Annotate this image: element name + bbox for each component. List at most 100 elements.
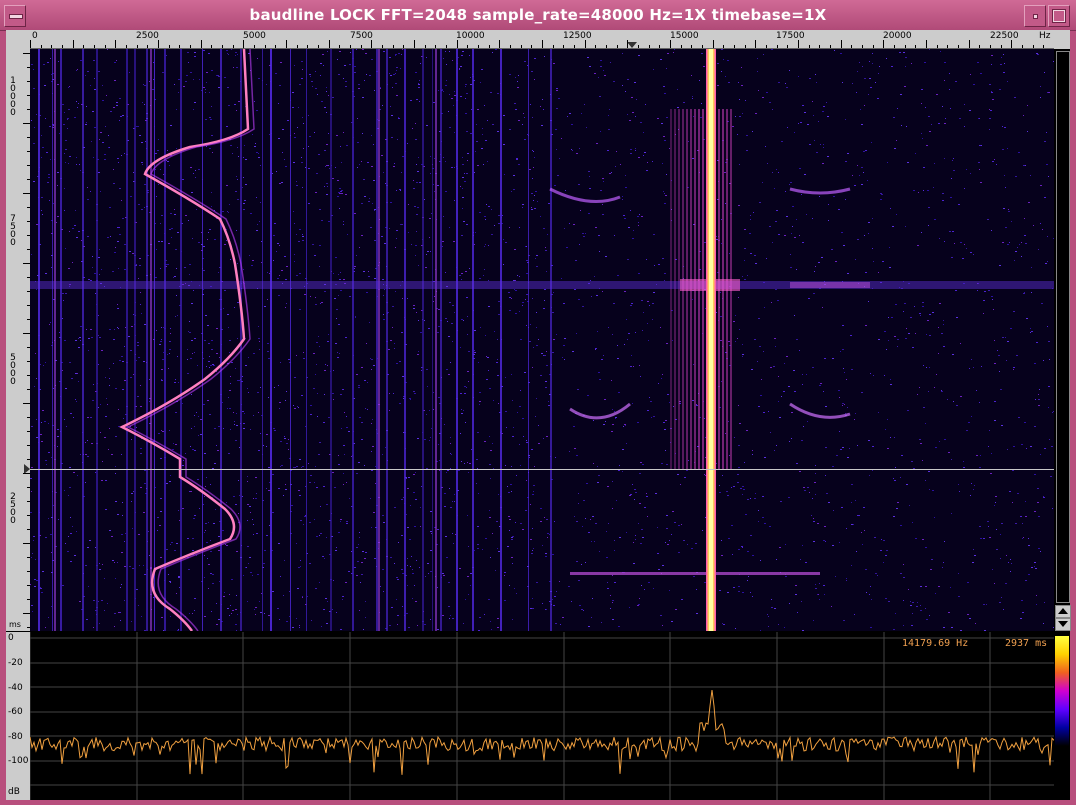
noise-speck — [95, 472, 96, 473]
noise-speck — [464, 463, 465, 464]
noise-speck — [728, 421, 729, 422]
noise-speck — [601, 359, 603, 360]
frequency-ruler[interactable]: 0 2500 5000 7500 10000 12500 15000 17500… — [30, 30, 1054, 49]
noise-speck — [322, 556, 324, 557]
noise-speck — [522, 418, 524, 419]
noise-speck — [218, 87, 220, 88]
noise-speck — [438, 309, 440, 310]
arrow-down-icon[interactable] — [1055, 618, 1071, 631]
noise-speck — [188, 220, 189, 221]
noise-speck — [191, 394, 192, 395]
noise-speck — [544, 517, 545, 518]
noise-speck — [115, 473, 116, 474]
noise-speck — [643, 312, 644, 313]
freq-cursor-marker[interactable] — [627, 42, 637, 48]
freq-tick-0: 0 — [32, 31, 38, 41]
noise-speck — [346, 416, 347, 417]
noise-speck — [459, 568, 461, 569]
noise-speck — [929, 367, 930, 368]
vertical-scrollbar[interactable] — [1054, 49, 1071, 631]
noise-speck — [416, 560, 417, 561]
noise-speck — [925, 608, 926, 609]
noise-speck — [486, 379, 488, 380]
noise-speck — [605, 256, 607, 257]
noise-speck — [1038, 405, 1040, 406]
noise-speck — [416, 99, 418, 100]
harmonic-stripe — [38, 49, 40, 631]
noise-speck — [789, 441, 790, 442]
noise-speck — [819, 599, 820, 600]
noise-speck — [847, 457, 849, 458]
noise-speck — [835, 576, 836, 577]
noise-speck — [389, 73, 390, 74]
noise-speck — [720, 340, 722, 341]
freq-tick-2500: 2500 — [136, 31, 159, 41]
noise-speck — [384, 243, 386, 244]
noise-speck — [398, 118, 400, 119]
noise-speck — [534, 58, 536, 59]
noise-speck — [260, 387, 261, 388]
noise-speck — [515, 109, 517, 110]
noise-speck — [216, 445, 217, 446]
noise-speck — [540, 375, 542, 376]
noise-speck — [460, 66, 462, 67]
noise-speck — [574, 448, 576, 449]
noise-speck — [53, 388, 54, 389]
arrow-up-icon[interactable] — [1055, 605, 1071, 618]
noise-speck — [190, 491, 192, 492]
noise-speck — [196, 412, 197, 413]
noise-speck — [704, 418, 705, 419]
noise-speck — [412, 569, 413, 570]
spectrum-display[interactable]: 14179.69 Hz 2937 ms — [30, 632, 1054, 800]
noise-speck — [238, 480, 239, 481]
noise-speck — [771, 607, 773, 608]
noise-speck — [309, 563, 311, 564]
noise-speck — [51, 606, 52, 607]
noise-speck — [522, 124, 523, 125]
time-ruler[interactable]: 10000 7500 5000 2500 ms — [6, 49, 31, 631]
noise-speck — [948, 612, 950, 613]
noise-speck — [338, 295, 339, 296]
noise-speck — [652, 319, 653, 320]
noise-speck — [664, 203, 666, 204]
noise-speck — [243, 423, 245, 424]
minimize-icon[interactable] — [1024, 5, 1046, 27]
noise-speck — [161, 327, 162, 328]
scroll-thumb[interactable] — [1056, 51, 1070, 603]
spectrogram-display[interactable] — [30, 49, 1054, 631]
maximize-icon[interactable] — [1048, 5, 1070, 27]
noise-speck — [122, 361, 124, 362]
noise-speck — [332, 472, 334, 473]
noise-speck — [299, 627, 300, 628]
noise-speck — [42, 571, 44, 572]
noise-speck — [600, 60, 602, 61]
noise-speck — [132, 253, 134, 254]
noise-speck — [219, 581, 220, 582]
noise-speck — [1000, 389, 1002, 390]
noise-speck — [235, 191, 237, 192]
noise-speck — [438, 326, 440, 327]
noise-speck — [36, 224, 38, 225]
noise-speck — [545, 609, 546, 610]
noise-speck — [507, 546, 509, 547]
noise-speck — [605, 421, 606, 422]
noise-speck — [454, 95, 456, 96]
noise-speck — [891, 66, 893, 67]
noise-speck — [651, 417, 652, 418]
noise-speck — [661, 378, 662, 379]
noise-speck — [646, 496, 648, 497]
noise-speck — [373, 144, 374, 145]
noise-speck — [231, 579, 233, 580]
noise-speck — [916, 606, 918, 607]
noise-speck — [40, 434, 42, 435]
noise-speck — [582, 306, 584, 307]
noise-speck — [468, 594, 469, 595]
noise-speck — [840, 351, 841, 352]
noise-speck — [298, 407, 299, 408]
noise-speck — [976, 390, 977, 391]
noise-speck — [588, 171, 590, 172]
noise-speck — [533, 200, 534, 201]
noise-speck — [345, 86, 347, 87]
noise-speck — [692, 299, 693, 300]
noise-speck — [553, 63, 555, 64]
